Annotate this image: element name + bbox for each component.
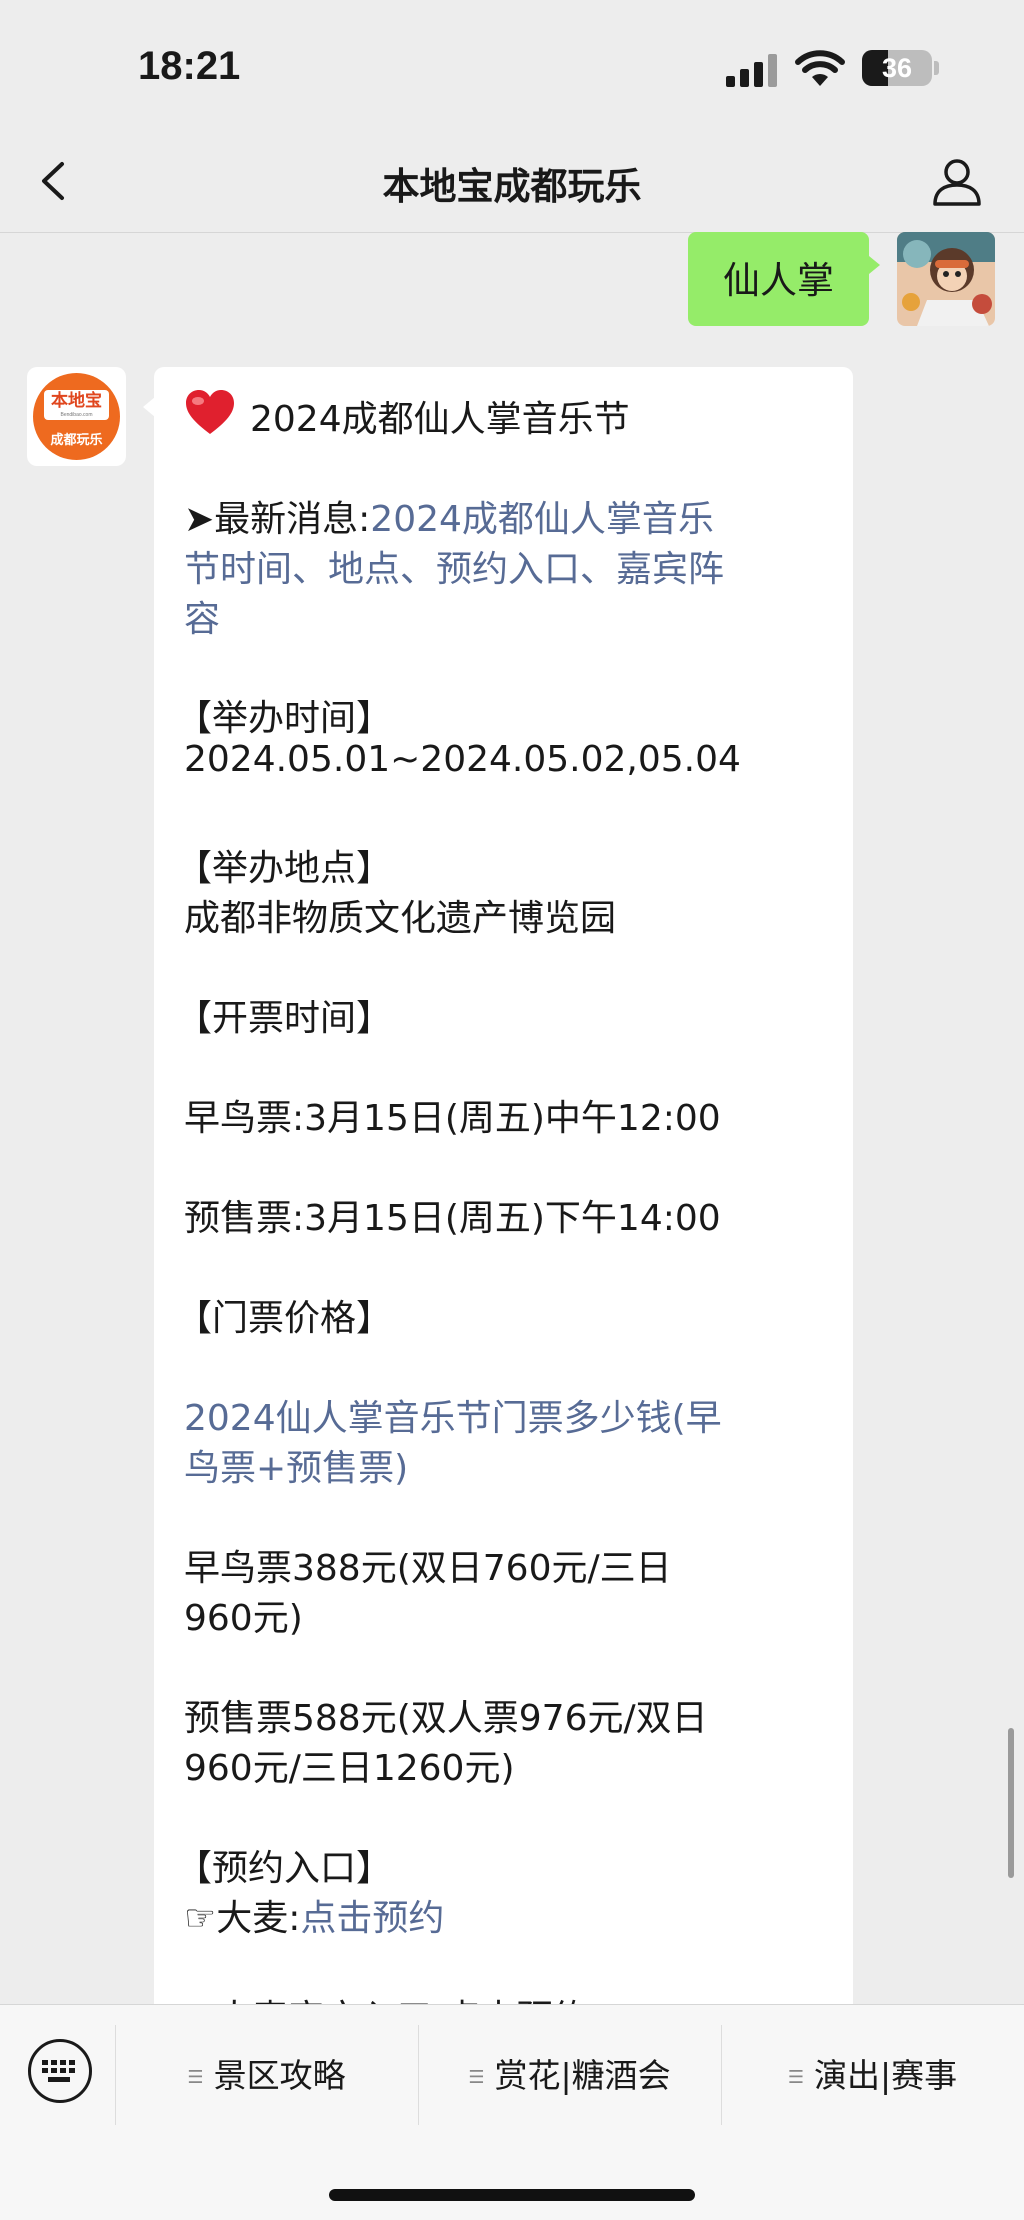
news-link-line2[interactable]: 节时间、地点、预约入口、嘉宾阵 <box>184 540 724 592</box>
battery-icon: 36 <box>862 50 932 86</box>
sale-header: 【开票时间】 <box>176 998 393 1039</box>
cellular-signal-icon <box>726 54 777 87</box>
cutoff-line: ☞大麦官方入口:点击预约 <box>184 1989 588 2004</box>
status-bar: 18:21 36 <box>0 0 1024 130</box>
scrollbar[interactable] <box>1008 1728 1014 1878</box>
presale-time: 预售票:3月15日(周五)下午14:00 <box>184 1198 721 1239</box>
early-sale-time: 早鸟票:3月15日(周五)中午12:00 <box>184 1098 721 1139</box>
navigation-bar: 本地宝成都玩乐 <box>0 130 1024 233</box>
booking-prefix: ☞大麦: <box>184 1898 301 1939</box>
time-header: 【举办时间】 <box>176 698 393 739</box>
menu-lines-icon: ☰ <box>187 2067 204 2088</box>
price-link[interactable]: 2024仙人掌音乐节门票多少钱(早 <box>184 1389 722 1441</box>
keyboard-toggle-button[interactable] <box>28 2039 92 2103</box>
wifi-icon <box>795 50 845 86</box>
bottom-menu-bar: ☰ 景区攻略 ☰ 赏花|糖酒会 ☰ 演出|赛事 <box>0 2004 1024 2220</box>
menu-flowers-fair[interactable]: ☰ 赏花|糖酒会 <box>418 2049 721 2095</box>
news-link-line3[interactable]: 容 <box>184 590 220 642</box>
place-value: 成都非物质文化遗产博览园 <box>184 898 617 939</box>
presale-price-line2: 960元/三日1260元) <box>184 1748 515 1789</box>
news-prefix: ➤最新消息: <box>184 499 371 540</box>
news-link[interactable]: 2024成都仙人掌音乐 <box>370 499 714 540</box>
user-avatar[interactable] <box>897 232 995 326</box>
time-value: 2024.05.01~2024.05.02,05.04 <box>184 739 741 780</box>
presale-price: 预售票588元(双人票976元/双日 <box>184 1698 708 1739</box>
booking-header: 【预约入口】 <box>176 1848 393 1889</box>
page-title: 本地宝成都玩乐 <box>382 165 642 208</box>
menu-shows-events[interactable]: ☰ 演出|赛事 <box>721 2049 1024 2095</box>
official-account-avatar[interactable]: 本地宝 Bendibao.com 成都玩乐 <box>27 367 126 466</box>
booking-link[interactable]: 点击预约 <box>300 1898 444 1939</box>
price-header: 【门票价格】 <box>176 1298 393 1339</box>
message-title: 2024成都仙人掌音乐节 <box>250 399 630 440</box>
menu-lines-icon: ☰ <box>468 2067 485 2088</box>
battery-level: 36 <box>881 53 913 83</box>
bendibao-logo: 本地宝 Bendibao.com 成都玩乐 <box>33 373 120 460</box>
user-message-bubble[interactable]: 仙人掌 <box>688 232 869 326</box>
heart-emoji-icon <box>186 390 234 434</box>
home-indicator[interactable] <box>329 2189 695 2201</box>
status-time: 18:21 <box>138 44 241 88</box>
menu-lines-icon: ☰ <box>787 2067 804 2088</box>
early-price-line2: 960元) <box>184 1598 303 1639</box>
early-price: 早鸟票388元(双日760元/三日 <box>184 1548 672 1589</box>
chat-area[interactable]: 仙人掌 本地宝 Bendibao.com 成都玩乐 2024成都仙人掌音乐节 ➤… <box>0 232 1024 2004</box>
user-message-text: 仙人掌 <box>723 259 834 302</box>
keyboard-icon <box>42 2060 75 2082</box>
profile-icon[interactable] <box>930 154 984 208</box>
bot-message-bubble: 2024成都仙人掌音乐节 ➤最新消息:2024成都仙人掌音乐 节时间、地点、预约… <box>154 367 853 2004</box>
price-link-line2[interactable]: 鸟票+预售票) <box>184 1439 408 1491</box>
place-header: 【举办地点】 <box>176 848 393 889</box>
menu-scenic-guide[interactable]: ☰ 景区攻略 <box>115 2049 418 2095</box>
